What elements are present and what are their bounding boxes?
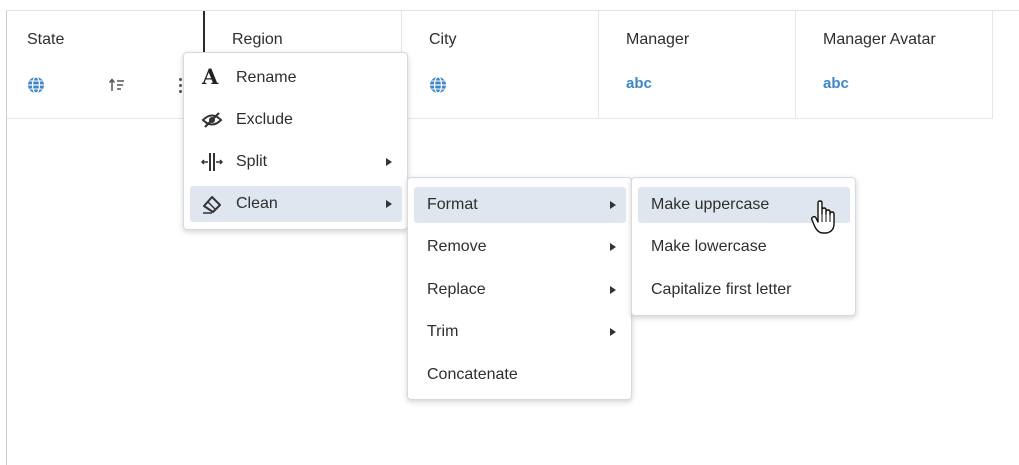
format-submenu: Make uppercase Make lowercase Capitalize…	[631, 177, 856, 316]
submenu-arrow-icon	[610, 286, 616, 294]
submenu-arrow-icon	[610, 328, 616, 336]
eye-slash-icon	[201, 112, 223, 128]
menu-item-label: Remove	[427, 238, 487, 255]
column-type-string[interactable]: abc	[626, 76, 652, 91]
menu-item-capitalize-first-letter[interactable]: Capitalize first letter	[638, 272, 850, 308]
menu-item-exclude[interactable]: Exclude	[190, 102, 402, 138]
submenu-arrow-icon	[386, 158, 392, 166]
column-title-city: City	[429, 31, 457, 48]
menu-item-label: Replace	[427, 281, 486, 298]
menu-item-label: Clean	[236, 195, 278, 212]
menu-item-label: Format	[427, 196, 478, 213]
submenu-arrow-icon	[610, 243, 616, 251]
menu-item-label: Concatenate	[427, 366, 518, 383]
submenu-arrow-icon	[386, 200, 392, 208]
menu-item-label: Capitalize first letter	[651, 281, 792, 298]
column-type-string[interactable]: abc	[823, 76, 849, 91]
column-title-state: State	[27, 31, 65, 48]
menu-item-remove[interactable]: Remove	[414, 229, 626, 265]
column-title-manager-avatar: Manager Avatar	[823, 31, 936, 48]
column-header-row: State Region City Manager abc Manager Av…	[7, 11, 993, 119]
menu-item-format[interactable]: Format	[414, 187, 626, 223]
column-header-manager-avatar[interactable]: Manager Avatar abc	[796, 11, 993, 118]
menu-item-concatenate[interactable]: Concatenate	[414, 357, 626, 393]
globe-icon[interactable]	[429, 76, 447, 94]
split-icon	[201, 153, 223, 171]
column-context-menu: A Rename Exclude Split Clean	[183, 52, 408, 230]
menu-item-label: Split	[236, 153, 268, 170]
column-header-state[interactable]: State	[7, 11, 203, 118]
clean-submenu: Format Remove Replace Trim Concatenate	[407, 177, 632, 400]
eraser-icon	[203, 196, 221, 214]
menu-item-label: Trim	[427, 323, 459, 340]
menu-item-replace[interactable]: Replace	[414, 272, 626, 308]
menu-item-label: Make uppercase	[651, 196, 770, 213]
column-header-manager[interactable]: Manager abc	[599, 11, 796, 118]
menu-item-split[interactable]: Split	[190, 144, 402, 180]
menu-item-trim[interactable]: Trim	[414, 314, 626, 350]
column-title-manager: Manager	[626, 31, 690, 48]
menu-item-label: Make lowercase	[651, 238, 767, 255]
menu-item-rename[interactable]: A Rename	[190, 60, 402, 96]
menu-item-clean[interactable]: Clean	[190, 186, 402, 222]
submenu-arrow-icon	[610, 201, 616, 209]
column-header-city[interactable]: City	[402, 11, 599, 118]
sort-icon[interactable]	[109, 78, 125, 92]
hand-pointer-cursor-icon	[810, 200, 835, 234]
menu-item-label: Exclude	[236, 111, 293, 128]
menu-item-label: Rename	[236, 69, 297, 86]
column-title-region: Region	[232, 31, 283, 48]
rename-icon: A	[202, 64, 219, 89]
globe-icon[interactable]	[27, 76, 45, 94]
